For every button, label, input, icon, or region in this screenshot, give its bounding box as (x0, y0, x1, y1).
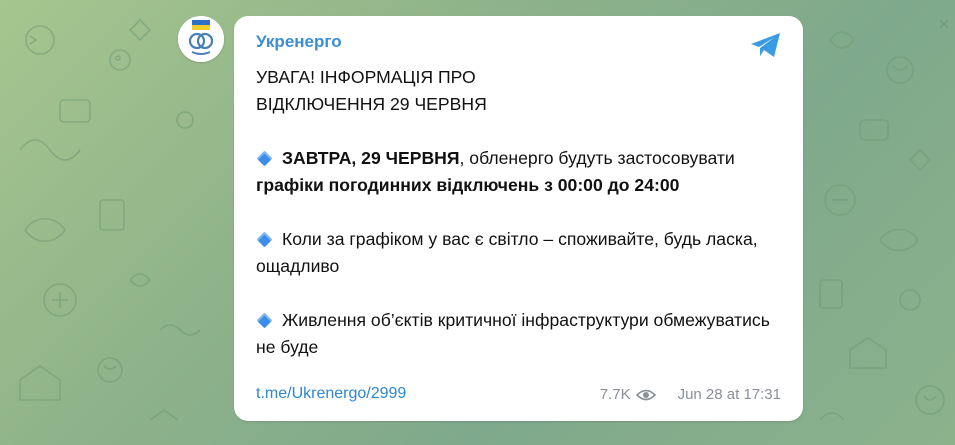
paragraph-1: ЗАВТРА, 29 ЧЕРВНЯ, обленерго будуть заст… (256, 145, 786, 199)
p1-bold-schedule: графіки погодинних відключень з 00:00 до… (256, 175, 680, 195)
post-link[interactable]: t.me/Ukrenergo/2999 (256, 385, 406, 403)
message-meta: 7.7K Jun 28 at 17:31 (600, 386, 781, 403)
p1-bold-date: ЗАВТРА, 29 ЧЕРВНЯ (282, 148, 460, 168)
heading-line-1: УВАГА! ІНФОРМАЦІЯ ПРО (256, 67, 476, 87)
paragraph-3: Живлення об’єктів критичної інфраструкту… (256, 307, 786, 361)
message-footer: t.me/Ukrenergo/2999 7.7K Jun 28 at 17:31 (256, 383, 781, 407)
view-count: 7.7K (599, 386, 631, 403)
small-blue-diamond-icon (256, 151, 273, 167)
p1-text: , обленерго будуть застосовувати (459, 148, 735, 168)
timestamp: Jun 28 at 17:31 (677, 386, 781, 403)
eye-icon (635, 389, 656, 400)
small-blue-diamond-icon (256, 232, 273, 248)
paragraph-2: Коли за графіком у вас є світло – спожив… (256, 226, 786, 280)
channel-name[interactable]: Укренерго (256, 32, 342, 52)
ukrenergo-logo-icon (178, 16, 224, 62)
channel-avatar[interactable] (178, 16, 224, 62)
p3-text: Живлення об’єктів критичної інфраструкту… (256, 310, 770, 357)
telegram-share-icon[interactable] (749, 30, 783, 60)
message-text: УВАГА! ІНФОРМАЦІЯ ПРО ВІДКЛЮЧЕННЯ 29 ЧЕР… (256, 64, 786, 361)
message-bubble: Укренерго УВАГА! ІНФОРМАЦІЯ ПРО ВІДКЛЮЧЕ… (234, 16, 803, 421)
heading-line-2: ВІДКЛЮЧЕННЯ 29 ЧЕРВНЯ (256, 94, 487, 114)
small-blue-diamond-icon (256, 313, 273, 329)
p2-text: Коли за графіком у вас є світло – спожив… (256, 229, 758, 276)
